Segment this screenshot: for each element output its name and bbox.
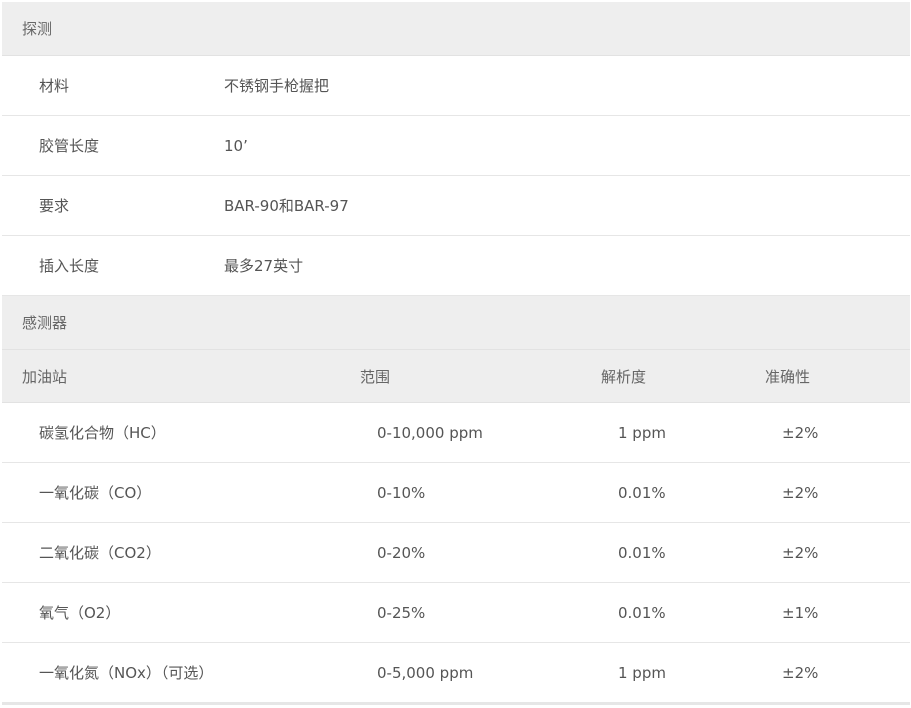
sensors-section-title: 感测器 [2,295,911,350]
column-header-range: 范围 [360,349,601,403]
probe-label: 插入长度 [2,235,224,296]
probe-section-header: 探测 [2,2,911,56]
probe-row-material: 材料 不锈钢手枪握把 [2,55,911,116]
sensor-accuracy: ±2% [765,462,911,523]
sensor-name: 氧气（O2） [2,582,360,643]
table-row: 氧气（O2） 0-25% 0.01% ±1% [2,582,911,643]
column-header-station: 加油站 [2,349,360,403]
probe-label: 材料 [2,55,224,116]
spec-table: 探测 材料 不锈钢手枪握把 胶管长度 10’ 要求 BAR-90和BAR-97 … [2,2,911,705]
sensor-range: 0-10,000 ppm [360,402,601,463]
probe-section-title: 探测 [2,2,911,56]
probe-label: 胶管长度 [2,115,224,176]
sensor-name: 二氧化碳（CO2） [2,522,360,583]
table-row: 碳氢化合物（HC） 0-10,000 ppm 1 ppm ±2% [2,402,911,463]
sensor-range: 0-25% [360,582,601,643]
sensor-accuracy: ±2% [765,402,911,463]
sensor-range: 0-20% [360,522,601,583]
sensor-resolution: 1 ppm [601,642,765,705]
sensor-accuracy: ±2% [765,522,911,583]
sensor-name: 一氧化碳（CO） [2,462,360,523]
sensor-range: 0-5,000 ppm [360,642,601,705]
sensor-resolution: 0.01% [601,582,765,643]
sensor-resolution: 0.01% [601,462,765,523]
sensor-name: 一氧化氮（NOx）（可选） [2,642,360,705]
table-row: 一氧化氮（NOx）（可选） 0-5,000 ppm 1 ppm ±2% [2,642,911,705]
probe-row-requirements: 要求 BAR-90和BAR-97 [2,175,911,236]
sensor-accuracy: ±2% [765,642,911,705]
sensor-resolution: 1 ppm [601,402,765,463]
sensors-column-headers: 加油站 范围 解析度 准确性 [2,349,911,403]
probe-row-hose-length: 胶管长度 10’ [2,115,911,176]
sensors-section-header: 感测器 [2,295,911,350]
sensor-resolution: 0.01% [601,522,765,583]
probe-value: 10’ [224,115,911,176]
probe-row-insertion-length: 插入长度 最多27英寸 [2,235,911,296]
sensor-range: 0-10% [360,462,601,523]
column-header-resolution: 解析度 [601,349,765,403]
table-row: 二氧化碳（CO2） 0-20% 0.01% ±2% [2,522,911,583]
probe-value: BAR-90和BAR-97 [224,175,911,236]
sensor-accuracy: ±1% [765,582,911,643]
sensor-name: 碳氢化合物（HC） [2,402,360,463]
table-row: 一氧化碳（CO） 0-10% 0.01% ±2% [2,462,911,523]
probe-value: 最多27英寸 [224,235,911,296]
column-header-accuracy: 准确性 [765,349,911,403]
probe-value: 不锈钢手枪握把 [224,55,911,116]
probe-label: 要求 [2,175,224,236]
